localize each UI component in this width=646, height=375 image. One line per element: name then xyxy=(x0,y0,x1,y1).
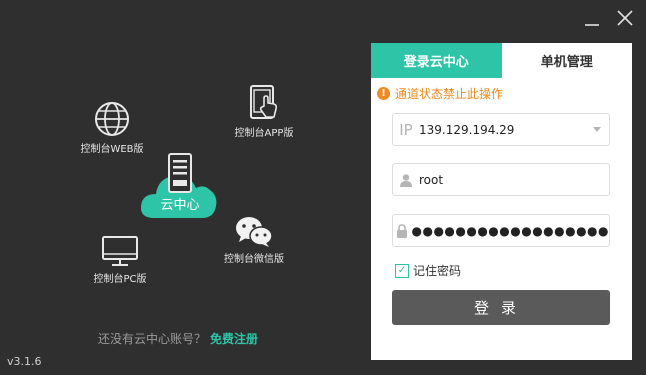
close-button[interactable] xyxy=(612,6,638,30)
register-prompt-text: 还没有云中心账号？ xyxy=(98,332,207,346)
console-web-option[interactable]: 控制台WEB版 xyxy=(70,100,154,155)
register-prompt: 还没有云中心账号？ 免费注册 xyxy=(98,330,258,347)
tab-standalone[interactable]: 单机管理 xyxy=(501,43,632,78)
minimize-icon xyxy=(585,24,599,26)
remember-password-label: 记住密码 xyxy=(413,264,462,278)
ip-select[interactable]: IP xyxy=(392,113,610,146)
tab-cloud-login[interactable]: 登录云中心 xyxy=(371,43,502,78)
globe-icon xyxy=(95,102,129,136)
remember-password-checkbox[interactable]: ✓ 记住密码 xyxy=(395,262,461,279)
cloud-center-option[interactable]: 云中心 xyxy=(140,150,220,222)
ip-prefix-icon: IP xyxy=(399,120,413,139)
wechat-icon xyxy=(236,217,273,247)
minimize-button[interactable] xyxy=(579,6,605,30)
user-icon xyxy=(393,173,419,187)
password-field[interactable]: ●●●●●●●●●●●●●●●●●● xyxy=(392,214,610,247)
cloud-center-label: 云中心 xyxy=(160,198,200,213)
console-wechat-option[interactable]: 控制台微信版 xyxy=(212,214,296,265)
monitor-icon xyxy=(102,236,138,266)
lock-icon xyxy=(393,223,412,238)
login-button[interactable]: 登录 xyxy=(392,290,610,325)
username-field[interactable] xyxy=(392,163,610,196)
console-app-label: 控制台APP版 xyxy=(234,128,294,139)
close-icon xyxy=(617,10,633,26)
username-input[interactable] xyxy=(419,172,589,187)
panel-tabs: 登录云中心 单机管理 xyxy=(371,43,632,78)
console-app-option[interactable]: 控制台APP版 xyxy=(222,84,306,139)
password-input[interactable]: ●●●●●●●●●●●●●●●●●● xyxy=(412,224,609,238)
console-wechat-label: 控制台微信版 xyxy=(224,254,284,265)
tablet-touch-icon xyxy=(250,85,278,119)
warning-icon: ! xyxy=(377,87,390,100)
console-pc-option[interactable]: 控制台PC版 xyxy=(82,234,158,285)
ip-input[interactable] xyxy=(419,122,589,137)
version-label: v3.1.6 xyxy=(7,355,42,368)
register-link[interactable]: 免费注册 xyxy=(210,332,258,346)
warning-message: ! 通道状态禁止此操作 xyxy=(377,85,503,102)
console-pc-label: 控制台PC版 xyxy=(93,274,147,285)
chevron-down-icon[interactable] xyxy=(593,127,601,132)
checkmark-icon: ✓ xyxy=(395,263,409,278)
login-panel: 登录云中心 单机管理 ! 通道状态禁止此操作 IP ●●●●●●●●●●●●●●… xyxy=(371,43,632,360)
warning-text: 通道状态禁止此操作 xyxy=(395,87,504,101)
